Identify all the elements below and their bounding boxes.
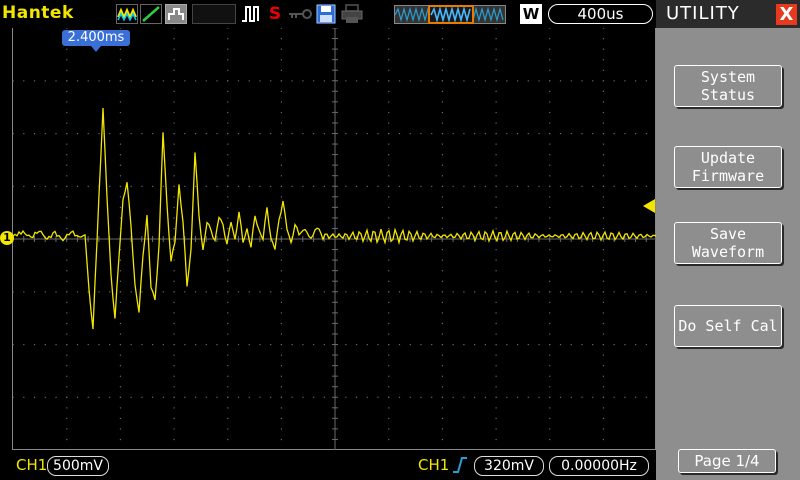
trigger-position-pointer: [91, 46, 101, 52]
bottom-status-bar: CH1 500mV CH1 320mV 0.00000Hz: [0, 451, 656, 480]
status-blank-box: [192, 4, 236, 24]
brand-logo: Hantek: [2, 3, 74, 23]
update-firmware-label-1: Update: [700, 149, 756, 167]
s-indicator: S: [268, 4, 282, 24]
system-status-button[interactable]: System Status: [674, 65, 782, 107]
trigger-level-marker[interactable]: [643, 199, 655, 213]
close-button[interactable]: X: [776, 4, 797, 25]
green-line-icon[interactable]: [140, 4, 162, 24]
ch1-trace: [13, 107, 657, 330]
top-status-bar: Hantek S W 400us: [0, 0, 656, 28]
panel-title: UTILITY: [666, 3, 740, 24]
window-mode-badge[interactable]: W: [520, 4, 542, 24]
page-indicator-button[interactable]: Page 1/4: [678, 449, 776, 473]
self-cal-label: Do Self Cal: [678, 317, 778, 335]
update-firmware-button[interactable]: Update Firmware: [674, 146, 782, 188]
ch1-volts-div[interactable]: 500mV: [47, 456, 109, 476]
yellow-wave-icon[interactable]: [116, 4, 138, 24]
trigger-channel-label: CH1: [418, 456, 450, 474]
ch1-label: CH1: [16, 456, 48, 474]
save-waveform-label-1: Save: [709, 225, 747, 243]
frequency-readout: 0.00000Hz: [549, 456, 649, 476]
save-waveform-button[interactable]: Save Waveform: [674, 222, 782, 264]
utility-menu-panel: UTILITY X System Status Update Firmware …: [656, 0, 800, 480]
save-waveform-label-2: Waveform: [691, 243, 765, 261]
panel-title-bar: UTILITY X: [656, 0, 800, 28]
save-disk-icon[interactable]: [315, 4, 337, 24]
timebase-window-indicator[interactable]: [428, 5, 474, 24]
trigger-level-value[interactable]: 320mV: [474, 456, 544, 476]
system-status-label-1: System: [700, 68, 756, 86]
self-cal-button[interactable]: Do Self Cal: [674, 305, 782, 347]
printer-icon[interactable]: [340, 4, 364, 24]
trigger-position-marker[interactable]: 2.400ms: [62, 30, 130, 46]
system-status-label-2: Status: [700, 86, 756, 104]
waveform-display[interactable]: [12, 28, 657, 450]
update-firmware-label-2: Firmware: [691, 167, 765, 185]
rising-edge-icon: [452, 456, 468, 474]
gray-box-icon[interactable]: [165, 4, 187, 24]
ch1-ground-marker[interactable]: 1: [0, 231, 14, 245]
timebase-value[interactable]: 400us: [548, 4, 653, 24]
trigger-pulse-icon: [240, 4, 262, 24]
ch1-trace-path: [13, 107, 657, 330]
key-icon: [287, 4, 313, 24]
